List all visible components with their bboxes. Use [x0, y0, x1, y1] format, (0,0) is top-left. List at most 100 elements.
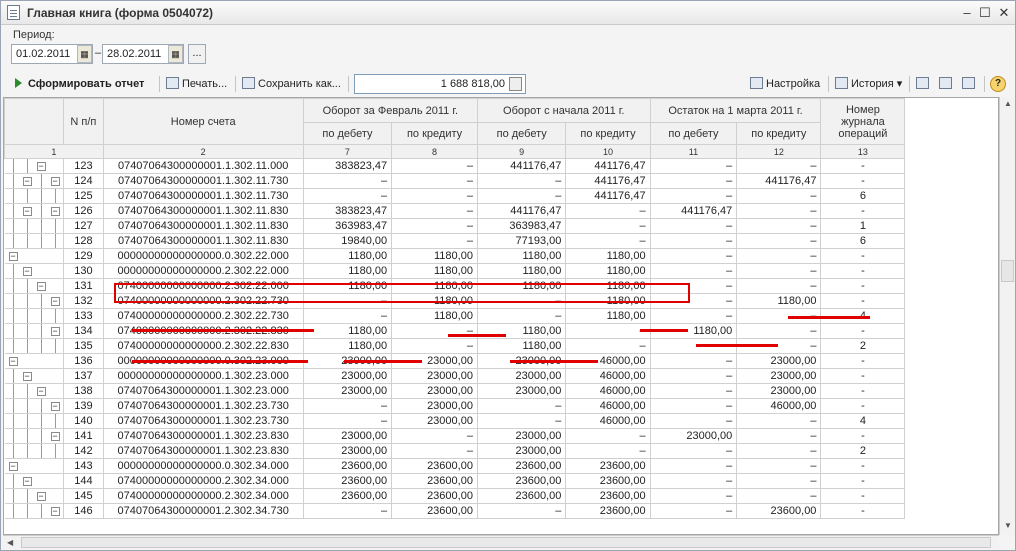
table-row[interactable]: −138 07407064300000001.1.302.23.000 23000,… — [4, 383, 999, 399]
row-filler — [905, 444, 998, 459]
table-row[interactable]: −130 00000000000000000.2.302.22.000 1180,0… — [4, 263, 999, 279]
maximize-button[interactable]: ☐ — [976, 4, 994, 21]
table-row[interactable]: 125 07407064300000001.1.302.11.730– – –4411… — [4, 188, 999, 204]
collapse-icon[interactable]: − — [36, 492, 46, 501]
vertical-scrollbar[interactable]: ▲ ▼ — [999, 97, 1015, 535]
collapse-icon[interactable]: − — [50, 402, 60, 411]
settings-icon — [750, 77, 763, 89]
tree-line — [12, 339, 14, 353]
collapse-icon[interactable]: − — [22, 477, 32, 486]
table-row[interactable]: − 123 07407064300000001.1.302.11.000 383823… — [4, 158, 999, 174]
table-row[interactable]: −144 07400000000000000.2.302.34.000 23600,… — [4, 473, 999, 489]
tree-line — [40, 504, 42, 518]
amount-cell: 23000,00 — [477, 443, 567, 459]
scroll-thumb[interactable] — [1001, 260, 1014, 282]
amount-cell: 23600,00 — [303, 473, 393, 489]
close-button[interactable]: ✕ — [995, 4, 1013, 21]
calculator-icon[interactable] — [509, 77, 522, 91]
amount-cell: – — [650, 158, 738, 174]
tree-line — [12, 264, 14, 278]
collapse-icon[interactable]: − — [8, 462, 18, 471]
print-button[interactable]: Печать... — [166, 75, 227, 93]
table-row[interactable]: − −126 07407064300000001.1.302.11.830 38382… — [4, 203, 999, 219]
collapse-icon[interactable]: − — [22, 207, 32, 216]
row-filler — [905, 354, 998, 369]
calendar-icon[interactable]: ▦ — [168, 45, 183, 63]
tree-cell: − — [4, 368, 65, 384]
tree-line — [40, 204, 42, 218]
printer-icon — [166, 77, 179, 89]
history-button[interactable]: История ▾ — [835, 75, 902, 93]
table-row[interactable]: 135 07400000000000000.2.302.22.830 1180,00… — [4, 338, 999, 354]
table-row[interactable]: 140 07407064300000001.1.302.23.730–23000,… — [4, 413, 999, 429]
header-turnover-month: Оборот за Февраль 2011 г. — [302, 98, 478, 123]
collapse-icon[interactable]: − — [8, 252, 18, 261]
horizontal-scrollbar[interactable]: ◀ — [3, 535, 999, 549]
calendar-icon[interactable]: ▦ — [77, 45, 92, 63]
collapse-icon[interactable]: − — [50, 177, 60, 186]
table-row[interactable]: −139 07407064300000001.1.302.23.730–23000… — [4, 398, 999, 414]
collapse-icon[interactable]: − — [8, 357, 18, 366]
amount-cell: – — [477, 188, 567, 204]
amount-cell: – — [565, 428, 651, 444]
table-row[interactable]: −141 07407064300000001.1.302.23.830 23000,… — [4, 428, 999, 444]
table-row[interactable]: 142 07407064300000001.1.302.23.830 23000,0… — [4, 443, 999, 459]
amount-cell: – — [736, 413, 822, 429]
collapse-icon[interactable]: − — [50, 327, 60, 336]
tree-line — [12, 414, 14, 428]
amount-cell: 23600,00 — [391, 473, 478, 489]
scroll-thumb[interactable] — [21, 537, 991, 548]
tree-line — [26, 189, 28, 203]
column-number: 8 — [391, 144, 478, 159]
home-icon[interactable] — [916, 75, 932, 93]
collapse-icon[interactable]: − — [50, 507, 60, 516]
account-number: 07407064300000001.1.302.23.830 — [103, 428, 304, 444]
table-row[interactable]: −129 00000000000000000.0.302.22.000 1180,0… — [4, 248, 999, 264]
account-number: 07400000000000000.2.302.34.000 — [103, 488, 304, 504]
amount-cell: 1180,00 — [565, 248, 651, 264]
header-credit: по кредиту — [391, 122, 478, 145]
amount-cell: 1180,00 — [736, 293, 822, 309]
collapse-icon[interactable]: − — [36, 387, 46, 396]
save-as-label: Сохранить как... — [258, 78, 341, 90]
table-row[interactable]: −145 07400000000000000.2.302.34.000 23600,… — [4, 488, 999, 504]
tree-line — [12, 369, 14, 383]
amount-cell: – — [736, 323, 822, 339]
collapse-icon[interactable]: − — [36, 282, 46, 291]
tree-line — [54, 234, 56, 248]
amount-cell: – — [736, 263, 822, 279]
settings-label: Настройка — [766, 78, 821, 90]
table-row[interactable]: 127 07407064300000001.1.302.11.830 363983,… — [4, 218, 999, 234]
period-select-button[interactable]: ... — [188, 44, 206, 64]
save-icon[interactable] — [962, 75, 978, 93]
total-sum-field[interactable]: 1 688 818,00 — [354, 74, 526, 94]
export-icon[interactable] — [939, 75, 955, 93]
table-row[interactable]: − −124 07407064300000001.1.302.11.730– – –44… — [4, 173, 999, 189]
table-row[interactable]: 128 07407064300000001.1.302.11.830 19840,0… — [4, 233, 999, 249]
ledger-table[interactable]: N п/п Номер счета Оборот за Февраль 2011… — [3, 97, 999, 535]
save-as-button[interactable]: Сохранить как... — [242, 75, 341, 93]
row-number: 131 — [63, 278, 104, 294]
collapse-icon[interactable]: − — [50, 207, 60, 216]
collapse-icon[interactable]: − — [36, 162, 46, 171]
scroll-down-icon[interactable]: ▼ — [1004, 521, 1012, 530]
amount-cell: 23600,00 — [565, 503, 651, 519]
minimize-button[interactable]: – — [958, 4, 976, 21]
table-row[interactable]: −143 00000000000000000.0.302.34.000 23600,… — [4, 458, 999, 474]
scroll-left-icon[interactable]: ◀ — [7, 538, 13, 547]
collapse-icon[interactable]: − — [50, 297, 60, 306]
amount-cell: 23600,00 — [477, 488, 567, 504]
play-icon — [15, 78, 22, 88]
table-row[interactable]: −137 00000000000000000.1.302.23.000 23000,… — [4, 368, 999, 384]
help-icon[interactable]: ? — [990, 76, 1006, 92]
main-window: Главная книга (форма 0504072) – ☐ ✕ Пери… — [0, 0, 1016, 551]
amount-cell: – — [650, 503, 738, 519]
settings-button[interactable]: Настройка — [750, 75, 820, 93]
scroll-up-icon[interactable]: ▲ — [1004, 99, 1012, 108]
generate-report-button[interactable]: Сформировать отчет — [15, 75, 144, 93]
collapse-icon[interactable]: − — [22, 372, 32, 381]
table-row[interactable]: −146 07407064300000001.2.302.34.730–23600… — [4, 503, 999, 519]
collapse-icon[interactable]: − — [50, 432, 60, 441]
collapse-icon[interactable]: − — [22, 177, 32, 186]
collapse-icon[interactable]: − — [22, 267, 32, 276]
